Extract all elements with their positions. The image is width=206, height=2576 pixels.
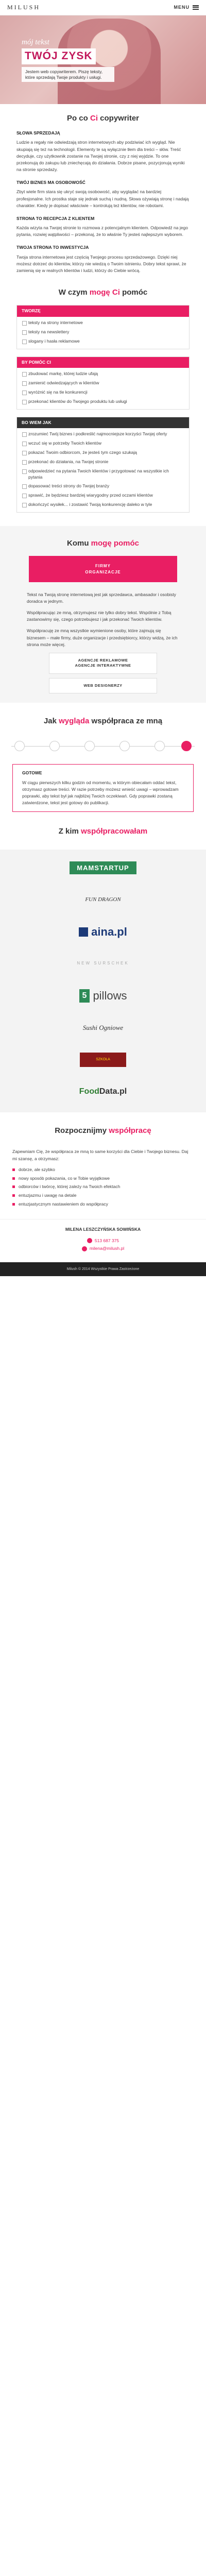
hero-description: Jestem web copywriterem. Piszę teksty, k… [22,67,114,82]
step-text: W ciągu pierwszych kilku godzin od momen… [22,779,179,806]
hero-banner: mój tekst TWÓJ ZYSK Jestem web copywrite… [0,15,206,104]
phone-icon [87,1238,92,1244]
list-item: odpowiedzieć na pytania Twoich klientów … [22,468,184,481]
agencies-button[interactable]: AGENCJE REKLAMOWE AGENCJE INTERAKTYWNE [49,652,157,674]
email-link[interactable]: milena@milush.pl [0,1246,206,1251]
step-5[interactable] [154,740,165,751]
group-title: BY POMÓC CI [17,357,189,368]
cta-text: Zapewniam Cię, że współpraca ze mną to s… [12,1148,188,1161]
list-item: odbiorców i twórcę, której zależy na Two… [12,1183,194,1191]
audience-card-companies[interactable]: FIRMY ORGANIZACJE [29,556,177,582]
group-help-you: BY POMÓC CI zbudować markę, której ludzi… [16,356,190,410]
clients-heading: Z kim współpracowałam [58,827,148,836]
step-6[interactable] [181,740,192,751]
list-item: zamienić odwiedzających w klientów [22,380,184,386]
menu-label: MENU [174,5,190,10]
contact-section: MILENA LESZCZYŃSKA SOWIŃSKA 513 687 375 … [0,1219,206,1262]
paragraph: Tekst na Twoją stronę internetową jest j… [27,591,176,604]
step-title: GOTOWE [22,770,42,775]
list-item: nowy sposób pokazania, co w Tobie wyjątk… [12,1175,194,1182]
why-block-text: Twoja strona internetowa jest częścią Tw… [16,254,186,273]
group-title: BO WIEM JAK [17,417,189,429]
list-item: pokazać Twoim odbiorcom, że jesteś tym c… [22,450,184,456]
logo-fooddata: FoodData.pl [79,1087,127,1096]
list-item: sprawić, że będziesz bardziej wiarygodny… [22,493,184,499]
top-bar: MILUSH MENU [0,0,206,15]
why-block-title: TWOJA STRONA TO INWESTYCJA [16,245,89,250]
cta-section: Zapewniam Cię, że współpraca ze mną to s… [0,1148,206,1208]
why-block-text: Każda wizyta na Twojej stronie to rozmow… [16,225,188,238]
process-steps [0,733,206,759]
list-item: entuzjastycznym nastawieniem do współpra… [12,1201,194,1208]
hero-tagline-small: mój tekst [22,38,49,46]
why-block-text: Ludzie a regały nie odwiedzają stron int… [16,140,185,173]
list-item: teksty na newslettery [22,329,184,335]
process-heading: Jak wygląda współpraca ze mną [43,717,163,726]
step-1[interactable] [14,740,25,751]
list-item: zrozumieć Twój biznes i podkreślić najmo… [22,431,184,437]
logo-fundragon: FUN DRAGON [85,896,121,903]
why-block-title: STRONA TO RECEPCJA Z KLIENTEM [16,215,95,221]
list-item: przekonać do działania, na Twojej stroni… [22,459,184,465]
why-content: SŁOWA SPRZEDAJĄ Ludzie a regały nie odwi… [0,130,206,274]
list-item: dokończyć wysiłek... i zostawić Twoją ko… [22,502,184,508]
site-logo[interactable]: MILUSH [7,3,40,11]
why-block-text: Zbyt wiele firm stara się ukryć swoją os… [16,189,189,208]
footer: Milush © 2014 Wszystkie Prawa Zastrzeżon… [0,1262,206,1276]
why-block-title: SŁOWA SPRZEDAJĄ [16,130,60,136]
hamburger-icon [193,5,199,10]
hero-headline: mój tekst TWÓJ ZYSK [22,37,96,64]
client-logos: MAMSTARTUP FUN DRAGON aina.pl NEW SURSCH… [0,849,206,1112]
step-3[interactable] [84,740,95,751]
services-heading: Komu mogę pomóc [66,539,139,548]
why-heading: Po co Ci copywriter [66,114,140,123]
phone-link[interactable]: 513 687 375 [0,1238,206,1244]
cta-heading: Rozpocznijmy współpracę [55,1126,151,1135]
list-item: wczuć się w potrzeby Twoich klientów [22,440,184,447]
step-4[interactable] [119,740,130,751]
list-item: slogany i hasła reklamowe [22,338,184,345]
list-item: entuzjazmu i uwagę na detale [12,1192,194,1199]
list-item: teksty na strony internetowe [22,320,184,326]
logo-mamstartup: MAMSTARTUP [70,861,136,875]
logo-new: NEW SURSCHEK [77,961,129,966]
list-item: przekonać klientów do Twojego produktu l… [22,399,184,405]
group-create: TWORZĘ teksty na strony internetowe teks… [16,305,190,349]
paragraph: Współpracuję ze mną wszystkie wymienione… [27,628,178,648]
contact-name: MILENA LESZCZYŃSKA SOWIŃSKA [65,1227,141,1232]
group-know-how: BO WIEM JAK zrozumieć Twój biznes i podk… [16,416,190,513]
list-item: dopasować treści strony do Twojej branży [22,483,184,489]
services-section: Komu mogę pomóc FIRMY ORGANIZACJE Tekst … [0,526,206,703]
step-detail-box: GOTOWE W ciągu pierwszych kilku godzin o… [12,764,194,812]
services-text: Tekst na Twoją stronę internetową jest j… [27,591,179,649]
paragraph: Współpracując ze mną, otrzymujesz nie ty… [27,609,171,622]
web-designers-button[interactable]: WEB DESIGNERZY [49,677,157,694]
logo-pillows: 5 pillows [79,988,127,1004]
email-icon [81,1246,87,1251]
logo-sushi: Sushi Ogniowe [82,1023,124,1031]
list-item: zbudować markę, której ludzie ufają [22,371,184,377]
step-2[interactable] [49,740,60,751]
menu-button[interactable]: MENU [174,4,199,10]
logo-school: SZKOŁA [80,1052,126,1067]
hero-tagline-big: TWÓJ ZYSK [22,48,96,64]
why-block-title: TWÓJ BIZNES MA OSOBOWOŚĆ [16,180,85,185]
help-heading: W czym mogę Ci pomóc [58,288,148,297]
group-title: TWORZĘ [17,306,189,317]
list-item: wyróżnić się na tle konkurencji [22,389,184,396]
list-item: dobrze, ale szybko [12,1166,194,1174]
logo-aina: aina.pl [79,924,127,940]
